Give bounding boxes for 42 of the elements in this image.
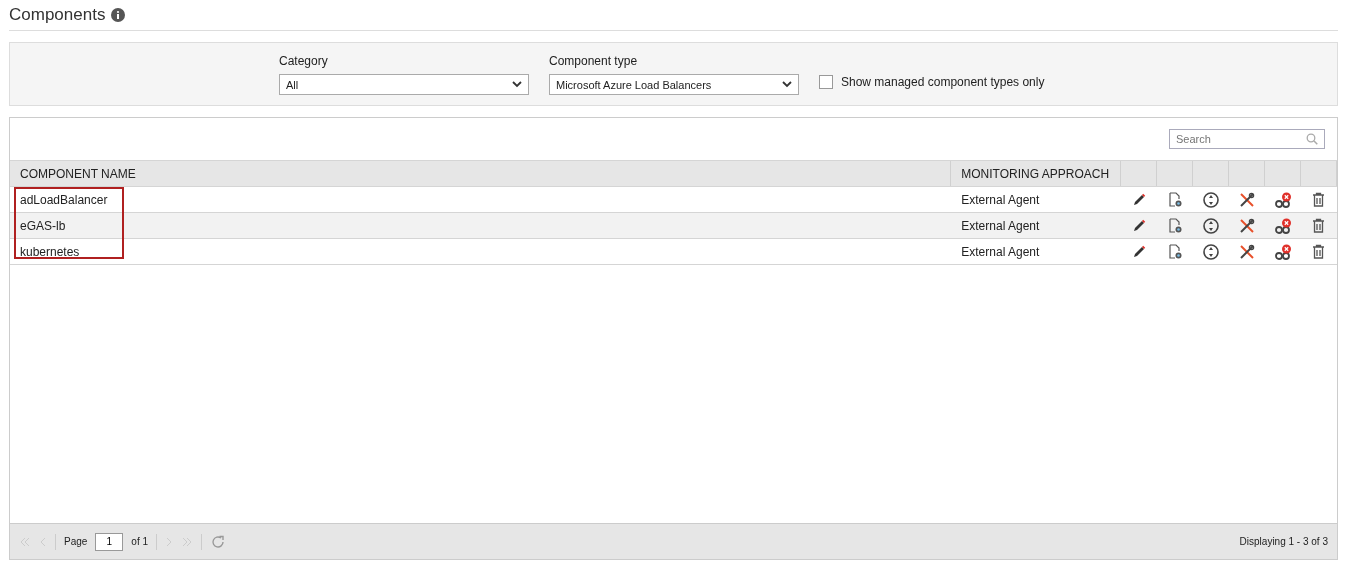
pencil-icon[interactable] (1132, 218, 1147, 233)
table-cell: kubernetes (20, 244, 80, 259)
page-title: Components (9, 5, 106, 25)
wrench-cross-icon[interactable] (1239, 217, 1256, 234)
binoculars-remove-icon[interactable] (1274, 217, 1292, 234)
document-gear-icon[interactable] (1167, 217, 1183, 234)
trash-icon[interactable] (1312, 244, 1326, 259)
category-label: Category (279, 54, 329, 68)
category-dropdown[interactable]: All (279, 74, 529, 95)
pencil-icon[interactable] (1132, 244, 1147, 259)
column-header[interactable]: MONITORING APPROACH (951, 161, 1122, 186)
table-cell: External Agent (961, 192, 1040, 207)
column-header[interactable]: COMPONENT NAME (10, 161, 952, 186)
vertical-arrows-circle-icon[interactable] (1203, 191, 1220, 208)
search-icon (1306, 133, 1318, 145)
component-type-dropdown[interactable]: Microsoft Azure Load Balancers (549, 74, 799, 95)
managed-checkbox[interactable] (819, 75, 833, 89)
chevron-down-icon (782, 81, 792, 88)
managed-only-label: Show managed component types only (841, 75, 1045, 89)
page-count: of 1 (131, 536, 149, 547)
component-type-label: Component type (549, 54, 639, 68)
page-label: Page (64, 536, 88, 547)
page-number-field[interactable]: 1 (95, 532, 124, 551)
display-status: Displaying 1 - 3 of 3 (1239, 536, 1328, 547)
document-gear-icon[interactable] (1167, 191, 1183, 208)
document-gear-icon[interactable] (1167, 243, 1183, 260)
trash-icon[interactable] (1312, 192, 1326, 207)
wrench-cross-icon[interactable] (1239, 243, 1256, 260)
info-icon[interactable] (111, 8, 126, 22)
vertical-arrows-circle-icon[interactable] (1203, 217, 1220, 234)
binoculars-remove-icon[interactable] (1274, 191, 1292, 208)
table-cell: External Agent (961, 218, 1040, 233)
binoculars-remove-icon[interactable] (1274, 243, 1292, 260)
wrench-cross-icon[interactable] (1239, 191, 1256, 208)
trash-icon[interactable] (1312, 218, 1326, 233)
search-field[interactable]: Search (1169, 129, 1325, 149)
table-cell: adLoadBalancer (20, 192, 108, 207)
pencil-icon[interactable] (1132, 192, 1147, 207)
table-cell: External Agent (961, 244, 1040, 259)
table-cell: eGAS-lb (20, 218, 66, 233)
vertical-arrows-circle-icon[interactable] (1203, 243, 1220, 260)
chevron-down-icon (512, 81, 522, 88)
